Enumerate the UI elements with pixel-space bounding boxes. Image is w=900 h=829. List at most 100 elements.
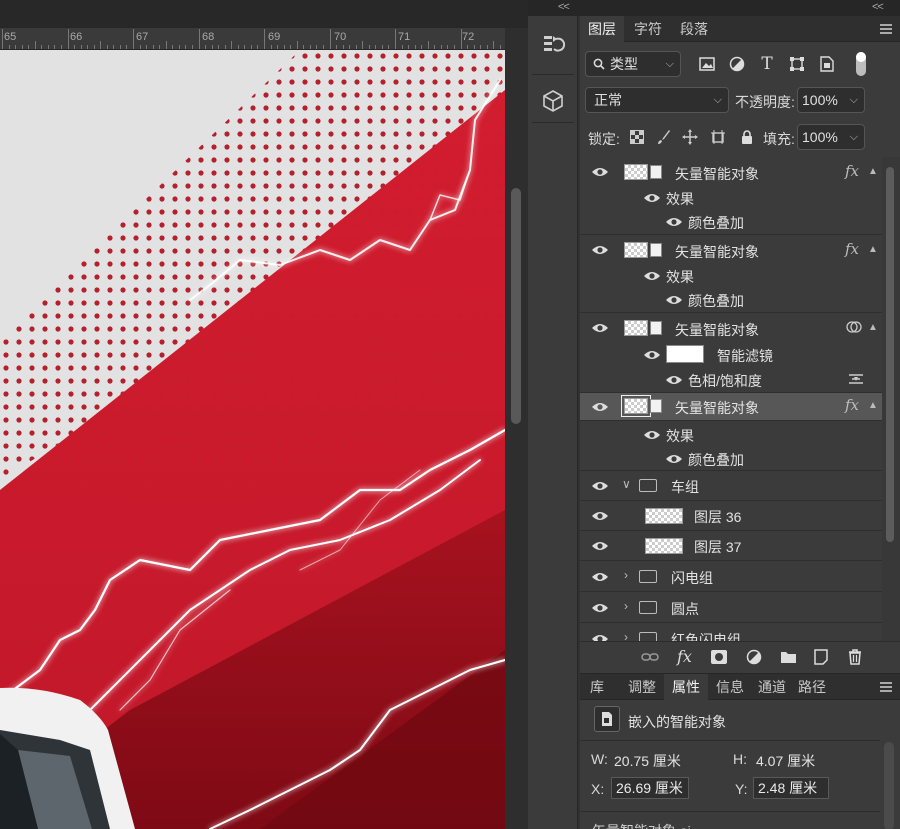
layer-name[interactable]: 图层 37 [694,537,741,557]
trash-icon[interactable] [848,649,862,665]
lock-artboard-icon[interactable] [707,126,729,148]
layer-row[interactable]: 图层 36 [580,501,882,531]
history-panel-button[interactable] [528,20,578,70]
panel-menu-icon[interactable] [880,682,892,692]
group-name[interactable]: 红色闪电组 [671,630,741,641]
group-row[interactable]: › 圆点 [580,592,882,623]
visibility-eye-icon[interactable] [591,244,609,256]
layer-row-selected[interactable]: 矢量智能对象 fx ▲ [580,393,882,421]
blend-mode-select[interactable]: 正常 ⌵ [585,87,729,113]
group-row[interactable]: ∨ 车组 [580,471,882,501]
collapse-panels-button[interactable]: << [872,1,884,13]
layer-name[interactable]: 图层 36 [694,507,741,527]
adjustment-filter-icon[interactable] [726,53,748,75]
chevron-right-icon[interactable]: › [624,630,628,641]
visibility-eye-icon[interactable] [643,349,661,361]
mask-icon[interactable] [711,650,727,664]
height-value[interactable]: 4.07 厘米 [756,751,815,771]
tab-layers[interactable]: 图层 [580,16,624,42]
lock-position-icon[interactable] [679,126,701,148]
shape-filter-icon[interactable] [786,53,808,75]
properties-scrollbar[interactable] [884,742,894,829]
visibility-eye-icon[interactable] [643,192,661,204]
tab-channels[interactable]: 通道 [752,674,792,700]
panel-menu-icon[interactable] [880,24,892,34]
tab-info[interactable]: 信息 [710,674,750,700]
tab-paragraph[interactable]: 段落 [672,16,716,42]
layer-name[interactable]: 矢量智能对象 [675,398,759,418]
image-filter-icon[interactable] [696,53,718,75]
type-filter-icon[interactable]: T [756,53,778,75]
layer-name[interactable]: 矢量智能对象 [675,242,759,262]
new-group-icon[interactable] [780,650,797,664]
fx-icon[interactable]: fx [845,162,859,180]
visibility-eye-icon[interactable] [591,540,609,552]
collapse-toolstrip-button[interactable]: << [558,1,570,13]
group-name[interactable]: 闪电组 [671,568,713,588]
filter-blending-options-icon[interactable] [848,373,864,385]
fx-icon[interactable]: fx [677,647,692,666]
chevron-right-icon[interactable]: › [624,599,628,613]
visibility-eye-icon[interactable] [591,571,609,583]
tab-properties[interactable]: 属性 [664,674,708,700]
filter-mask-thumbnail[interactable] [666,345,704,363]
document-canvas[interactable]: 65 66 67 68 69 70 71 72 [0,0,528,829]
visibility-eye-icon[interactable] [665,294,683,306]
adjustment-icon[interactable] [746,649,762,665]
visibility-eye-icon[interactable] [591,480,609,492]
filter-name[interactable]: 色相/饱和度 [688,371,762,391]
layer-list-scrollbar[interactable] [882,157,900,641]
chevron-right-icon[interactable]: › [624,568,628,582]
layer-name[interactable]: 矢量智能对象 [675,320,759,340]
tab-character[interactable]: 字符 [626,16,670,42]
link-icon[interactable] [641,651,659,663]
visibility-eye-icon[interactable] [665,216,683,228]
fx-icon[interactable]: fx [845,396,859,414]
collapse-effects-icon[interactable]: ▲ [868,400,878,411]
layer-row[interactable]: 图层 37 [580,531,882,561]
3d-panel-button[interactable] [528,76,578,126]
x-position-input[interactable]: 26.69 厘米 [611,777,689,799]
fill-input[interactable]: 100% ⌵ [797,124,865,150]
visibility-eye-icon[interactable] [665,453,683,465]
visibility-eye-icon[interactable] [643,429,661,441]
smart-object-filter-icon[interactable] [816,53,838,75]
lock-pixels-icon[interactable] [653,126,675,148]
chevron-down-icon[interactable]: ∨ [622,477,631,491]
layer-list-scroll-thumb[interactable] [886,167,894,542]
tab-libraries[interactable]: 库 [580,674,614,700]
visibility-eye-icon[interactable] [643,270,661,282]
fx-icon[interactable]: fx [845,240,859,258]
visibility-eye-icon[interactable] [591,322,609,334]
smart-filter-icon[interactable] [846,320,862,334]
group-name[interactable]: 车组 [671,477,699,497]
tab-paths[interactable]: 路径 [792,674,832,700]
width-value[interactable]: 20.75 厘米 [614,751,681,771]
layer-row[interactable]: 矢量智能对象 ▲ 智能滤镜 色相/饱和度 [580,313,882,393]
filter-toggle-icon[interactable] [856,52,866,76]
group-row[interactable]: › 闪电组 [580,561,882,592]
lock-all-icon[interactable] [736,126,758,148]
visibility-eye-icon[interactable] [665,374,683,386]
visibility-eye-icon[interactable] [591,633,609,641]
layer-row[interactable]: 矢量智能对象 fx ▲ 效果 颜色叠加 [580,157,882,235]
visibility-eye-icon[interactable] [591,602,609,614]
collapse-effects-icon[interactable]: ▲ [868,322,878,333]
group-row[interactable]: › 红色闪电组 [580,623,882,641]
visibility-eye-icon[interactable] [591,401,609,413]
layer-filter-select[interactable]: 类型 ⌵ [585,51,681,77]
collapse-effects-icon[interactable]: ▲ [868,166,878,177]
opacity-input[interactable]: 100% ⌵ [797,87,865,113]
canvas-scrollbar[interactable] [505,28,528,829]
tab-adjustments[interactable]: 调整 [622,674,662,700]
layer-row[interactable]: 矢量智能对象 fx ▲ 效果 颜色叠加 [580,235,882,313]
collapse-effects-icon[interactable]: ▲ [868,244,878,255]
y-position-input[interactable]: 2.48 厘米 [753,777,829,799]
group-name[interactable]: 圆点 [671,599,699,619]
canvas-scroll-thumb[interactable] [511,188,521,424]
effect-name[interactable]: 颜色叠加 [688,450,744,470]
new-layer-icon[interactable] [814,649,828,665]
layer-name[interactable]: 矢量智能对象 [675,164,759,184]
effect-name[interactable]: 颜色叠加 [688,213,744,233]
effect-name[interactable]: 颜色叠加 [688,291,744,311]
